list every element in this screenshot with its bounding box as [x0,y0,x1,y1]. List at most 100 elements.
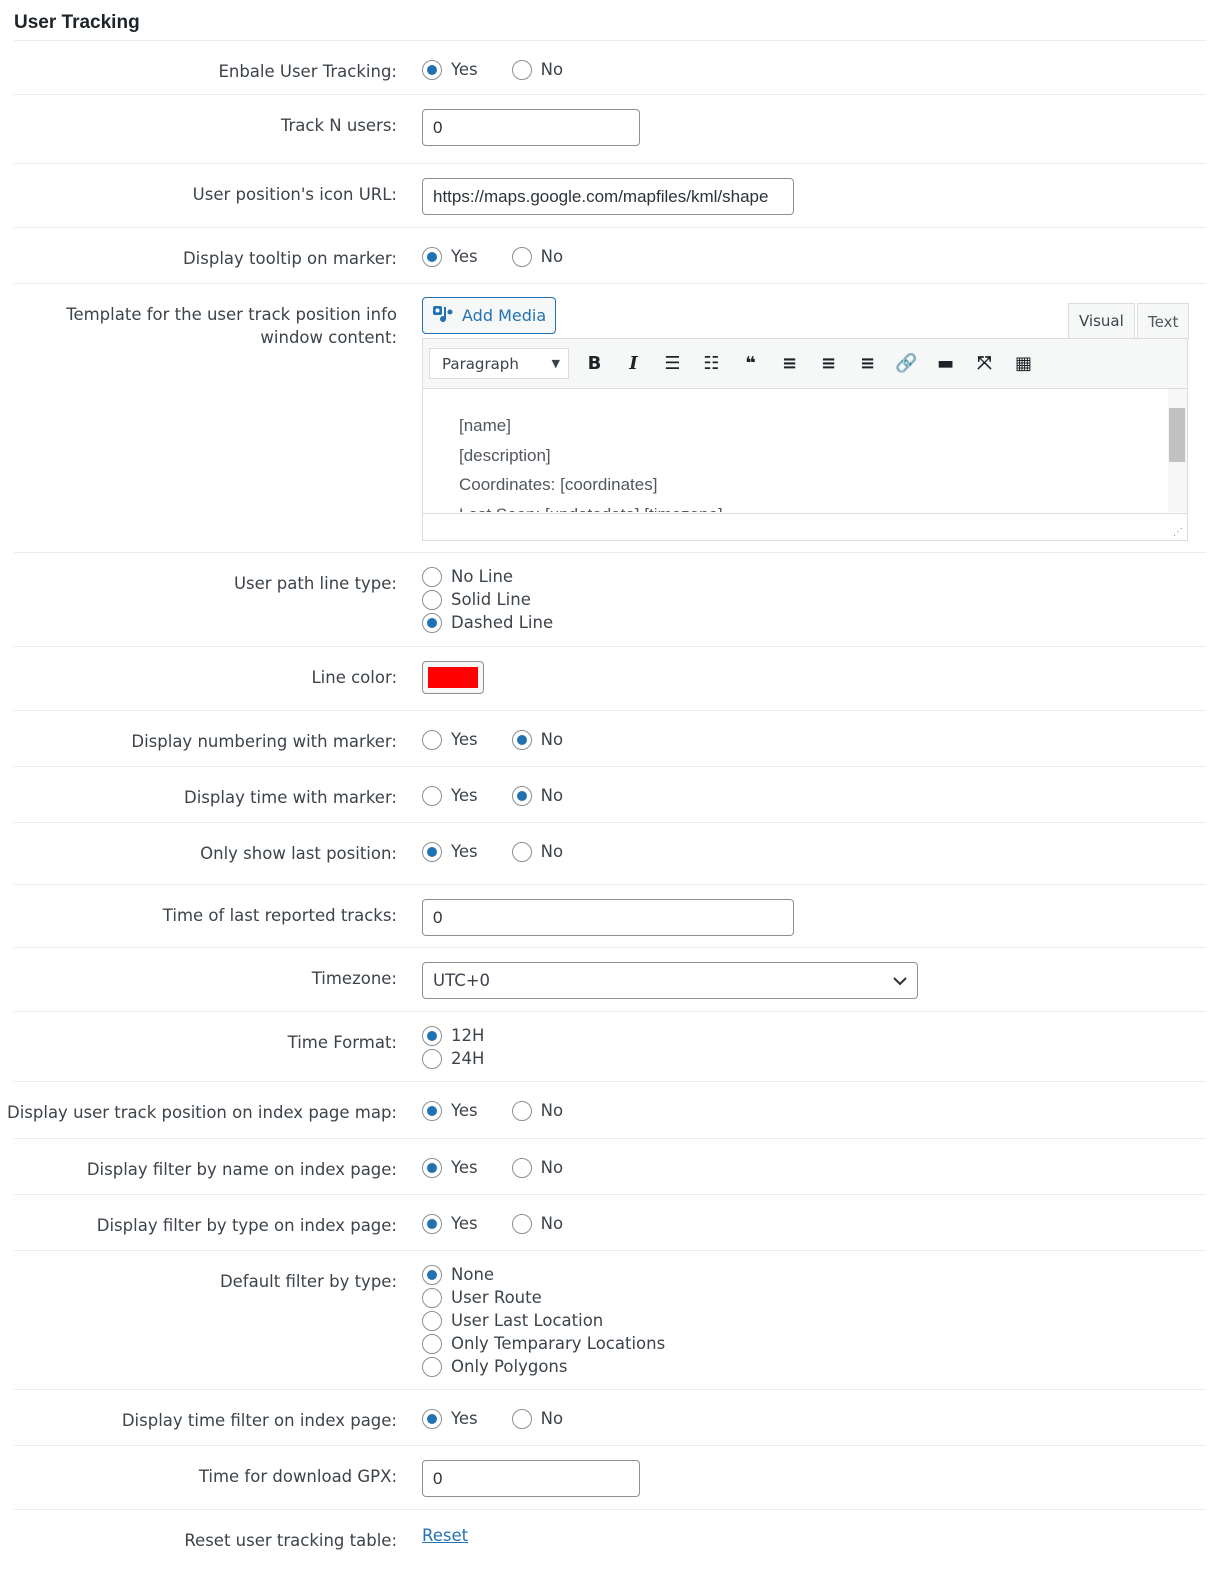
numbered-list-icon[interactable]: ☷ [692,348,731,380]
radio-button[interactable] [422,1287,442,1308]
radio-option-dashed-line[interactable]: Dashed Line [422,611,1206,634]
radio-option-yes[interactable]: Yes [422,840,478,863]
radio-button[interactable] [422,59,442,80]
radio-option-solid-line[interactable]: Solid Line [422,588,1206,611]
setting-control: Yes No [422,1156,1206,1179]
editor-text[interactable]: [name] [description] Coordinates: [coordin… [423,389,1187,512]
read-more-icon[interactable]: ▬ [926,348,965,380]
radio-option-no[interactable]: No [511,1099,563,1122]
format-select[interactable]: Paragraph ▼ [429,348,569,379]
radio-button[interactable] [422,841,442,862]
radio-option-yes[interactable]: Yes [422,1407,478,1430]
radio-button[interactable] [422,1025,442,1046]
text-input-time-for-download-gpx[interactable]: 0 [422,1460,640,1497]
radio-option-yes[interactable]: Yes [422,784,478,807]
italic-icon[interactable]: I [614,348,653,380]
setting-row-reset-user-tracking-table: Reset user tracking table: Reset [14,1509,1206,1580]
radio-option-yes[interactable]: Yes [422,245,478,268]
radio-button[interactable] [422,566,442,587]
radio-button[interactable] [422,1333,442,1354]
radio-option-none[interactable]: None [422,1263,1206,1286]
radio-option-yes[interactable]: Yes [422,1099,478,1122]
radio-option-no[interactable]: No [511,1156,563,1179]
radio-option-no[interactable]: No [511,245,563,268]
text-input-track-n-users[interactable]: 0 [422,109,640,146]
radio-button[interactable] [511,1157,532,1178]
align-right-icon[interactable]: ≡ [848,348,887,380]
radio-button[interactable] [422,612,442,633]
radio-option-no[interactable]: No [511,784,563,807]
radio-button[interactable] [422,1213,442,1234]
radio-option-yes[interactable]: Yes [422,58,478,81]
radio-option-24h[interactable]: 24H [422,1047,1206,1070]
radio-option-yes[interactable]: Yes [422,1212,478,1235]
editor-scrollbar[interactable] [1168,389,1187,512]
scrollbar-thumb[interactable] [1169,408,1185,462]
editor-content[interactable]: [name] [description] Coordinates: [coordin… [422,389,1188,541]
toolbar-toggle-icon[interactable]: ▦ [1004,348,1043,380]
format-value: Paragraph [442,354,519,373]
radio-button[interactable] [422,1356,442,1377]
color-picker-button[interactable] [422,661,484,694]
setting-control: Yes No [422,840,1206,863]
radio-button[interactable] [422,1100,442,1121]
setting-label: Display time with marker: [184,788,397,807]
link-icon[interactable]: 🔗 [887,348,926,380]
radio-label: Yes [451,730,478,749]
align-left-icon[interactable]: ≡ [770,348,809,380]
radio-label: No Line [451,567,514,586]
radio-button[interactable] [511,59,532,80]
radio-button[interactable] [422,589,442,610]
timezone-select[interactable]: UTC+0 [422,962,918,999]
bullet-list-icon[interactable]: ☰ [653,348,692,380]
radio-button[interactable] [422,1157,442,1178]
radio-option-only-temparary-locations[interactable]: Only Temparary Locations [422,1332,1206,1355]
text-input-time-of-last-reported-tracks[interactable]: 0 [422,899,794,936]
radio-option-no[interactable]: No [511,1407,564,1430]
resize-handle-icon[interactable]: ⋰ [1173,527,1183,538]
radio-button[interactable] [422,1310,442,1331]
setting-label: User position's icon URL: [192,185,397,204]
setting-label: Display numbering with marker: [131,732,397,751]
radio-option-user-last-location[interactable]: User Last Location [422,1309,1206,1332]
radio-button[interactable] [422,1408,442,1429]
text-input-user-position-s-icon-url[interactable]: https://maps.google.com/mapfiles/kml/sha… [422,178,794,215]
radio-button[interactable] [511,1100,532,1121]
radio-button[interactable] [422,246,442,267]
radio-option-no[interactable]: No [511,840,564,863]
radio-option-no[interactable]: No [511,58,563,81]
caret-down-icon: ▼ [551,357,560,370]
section-title: User Tracking [14,12,140,33]
radio-option-12h[interactable]: 12H [422,1024,1206,1047]
radio-button[interactable] [422,1048,442,1069]
radio-button[interactable] [511,246,532,267]
radio-label: Only Temparary Locations [451,1334,666,1353]
reset-link[interactable]: Reset [422,1526,468,1545]
radio-button[interactable] [511,729,532,750]
tab-text[interactable]: Text [1137,303,1190,339]
fullscreen-icon[interactable]: ⤧ [965,348,1004,380]
radio-button[interactable] [511,841,532,862]
tab-visual[interactable]: Visual [1068,303,1135,339]
radio-button[interactable] [511,1408,532,1429]
radio-label: No [540,1214,564,1233]
radio-button[interactable] [511,785,532,806]
editor-statusbar: ⋰ [423,513,1187,540]
radio-option-only-polygons[interactable]: Only Polygons [422,1355,1206,1378]
radio-button[interactable] [422,729,442,750]
radio-button[interactable] [511,1213,532,1234]
radio-option-no[interactable]: No [511,1212,564,1235]
blockquote-icon[interactable]: ❝ [731,348,770,380]
bold-icon[interactable]: B [575,348,614,380]
radio-button[interactable] [422,1264,442,1285]
align-center-icon[interactable]: ≡ [809,348,848,380]
radio-label: No [540,1409,564,1428]
radio-label: No [540,842,564,861]
add-media-button[interactable]: Add Media [422,297,557,334]
radio-button[interactable] [422,785,442,806]
radio-option-no[interactable]: No [511,728,563,751]
radio-option-yes[interactable]: Yes [422,1156,478,1179]
radio-option-user-route[interactable]: User Route [422,1286,1206,1309]
radio-option-yes[interactable]: Yes [422,728,478,751]
radio-option-no-line[interactable]: No Line [422,565,1206,588]
